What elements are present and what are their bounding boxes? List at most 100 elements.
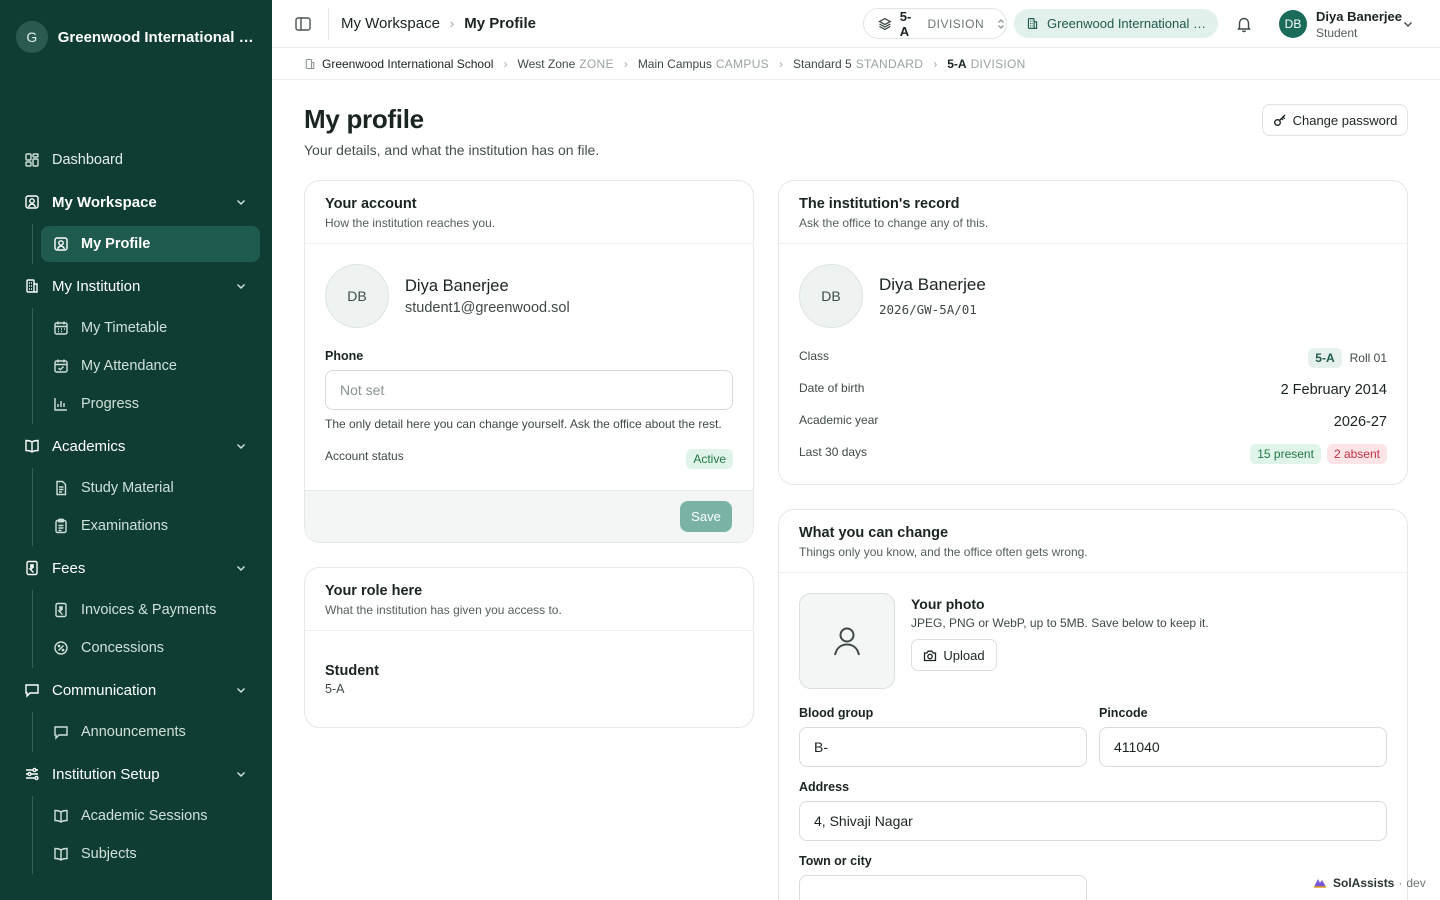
sidebar-item-label: Study Material — [81, 480, 174, 496]
role-scope: 5-A — [325, 682, 345, 696]
chevron-down-icon — [236, 565, 246, 572]
phone-input[interactable]: Not set — [325, 370, 733, 410]
avatar: DB — [799, 264, 863, 328]
breadcrumb-campus-kind: CAMPUS — [715, 56, 769, 71]
sidebar-item-progress[interactable]: Progress — [41, 386, 260, 422]
sidebar-group-my-workspace[interactable]: My Workspace — [12, 184, 260, 220]
user-square-icon — [24, 194, 40, 210]
town-input[interactable] — [799, 875, 1087, 900]
pincode-input[interactable]: 411040 — [1099, 727, 1387, 767]
nav-tree-line — [32, 308, 33, 424]
crumb-my-profile: My Profile — [464, 15, 536, 32]
sidebar-item-my-attendance[interactable]: My Attendance — [41, 348, 260, 384]
breadcrumb-standard[interactable]: Standard 5 STANDARD — [793, 57, 923, 71]
building-icon — [1027, 18, 1038, 29]
sidebar-group-communication[interactable]: Communication — [12, 672, 260, 708]
sidebar-group-academics[interactable]: Academics — [12, 428, 260, 464]
sidebar-item-concessions[interactable]: Concessions — [41, 630, 260, 666]
book-open-icon — [24, 438, 40, 454]
role-card: Your role here What the institution has … — [304, 567, 754, 728]
breadcrumb-division-kind: DIVISION — [970, 56, 1026, 71]
sidebar-item-label: Academic Sessions — [81, 808, 208, 824]
chevron-down-icon — [236, 687, 246, 694]
roll-number: Roll 01 — [1349, 351, 1387, 365]
sidebar-item-study-material[interactable]: Study Material — [41, 470, 260, 506]
blood-group-input[interactable]: B- — [799, 727, 1087, 767]
division-switcher[interactable]: 5-A DIVISION — [863, 8, 1007, 39]
breadcrumb-division: 5-A DIVISION — [947, 57, 1025, 71]
bell-icon[interactable] — [1235, 15, 1253, 33]
class-value: 5-A Roll 01 — [1308, 348, 1387, 368]
calendar-check-icon — [53, 358, 69, 374]
clipboard-icon — [53, 518, 69, 534]
change-password-button[interactable]: Change password — [1262, 104, 1408, 136]
breadcrumb-campus[interactable]: Main Campus CAMPUS — [638, 57, 769, 71]
camera-icon — [924, 650, 937, 661]
phone-help: The only detail here you can change your… — [325, 417, 722, 431]
sidebar-toggle-icon[interactable] — [294, 15, 312, 33]
sidebar-item-announcements[interactable]: Announcements — [41, 714, 260, 750]
sidebar-item-label: Dashboard — [52, 152, 123, 168]
division-code: 5-A — [899, 8, 912, 39]
sidebar-group-label: Fees — [52, 559, 86, 577]
academic-year-label: Academic year — [799, 413, 879, 427]
avatar: DB — [325, 264, 389, 328]
role-name: Student — [325, 663, 379, 679]
school-switcher[interactable]: Greenwood International School — [1014, 9, 1218, 38]
role-card-subtitle: What the institution has given you acces… — [325, 603, 562, 617]
sidebar-item-invoices[interactable]: Invoices & Payments — [41, 592, 260, 628]
sidebar-group-label: Communication — [52, 681, 157, 699]
dob-label: Date of birth — [799, 381, 865, 395]
nav-tree-line — [32, 796, 33, 874]
sidebar-item-examinations[interactable]: Examinations — [41, 508, 260, 544]
record-card-header: The institution's record Ask the office … — [779, 181, 1407, 244]
breadcrumb-zone[interactable]: West Zone ZONE — [517, 57, 613, 71]
chevron-down-icon[interactable] — [1401, 17, 1415, 31]
dob-value: 2 February 2014 — [1280, 382, 1387, 398]
book-open-icon — [53, 846, 69, 862]
sidebar-item-academic-sessions[interactable]: Academic Sessions — [41, 798, 260, 834]
sidebar-group-my-institution[interactable]: My Institution — [12, 268, 260, 304]
photo-help: JPEG, PNG or WebP, up to 5MB. Save below… — [911, 616, 1209, 630]
chevron-down-icon — [236, 771, 246, 778]
photo-title: Your photo — [911, 596, 985, 612]
upload-button[interactable]: Upload — [911, 639, 997, 671]
user-role: Student — [1316, 26, 1358, 40]
photo-placeholder[interactable] — [799, 593, 895, 689]
message-square-icon — [53, 724, 69, 740]
breadcrumb-school[interactable]: Greenwood International School — [322, 57, 493, 71]
sidebar-item-my-profile[interactable]: My Profile — [41, 226, 260, 262]
chevron-right-icon: › — [449, 16, 455, 31]
record-card-title: The institution's record — [799, 196, 960, 212]
status-badge: Active — [686, 449, 733, 469]
breadcrumb-standard-kind: STANDARD — [855, 56, 924, 71]
sidebar-item-label: My Attendance — [81, 358, 177, 374]
environment-brand: SolAssists — [1333, 876, 1395, 890]
sidebar-group-label: Academics — [52, 437, 126, 455]
sidebar-item-my-timetable[interactable]: My Timetable — [41, 310, 260, 346]
sidebar-group-institution-setup[interactable]: Institution Setup — [12, 756, 260, 792]
layers-icon — [878, 17, 892, 30]
user-menu[interactable]: Diya Banerjee Student — [1316, 9, 1402, 40]
sidebar: G Greenwood International School Dashboa… — [0, 0, 272, 900]
sidebar-brand[interactable]: G Greenwood International School — [0, 0, 272, 74]
sidebar-group-fees[interactable]: Fees — [12, 550, 260, 586]
account-card-header: Your account How the institution reaches… — [305, 181, 753, 244]
badge-percent-icon — [53, 640, 69, 656]
address-input[interactable]: 4, Shivaji Nagar — [799, 801, 1387, 841]
account-card-title: Your account — [325, 196, 417, 212]
building-icon — [305, 58, 315, 69]
file-text-icon — [53, 480, 69, 496]
sidebar-item-subjects[interactable]: Subjects — [41, 836, 260, 872]
nav-tree-line — [32, 468, 33, 546]
sidebar-item-dashboard[interactable]: Dashboard — [12, 142, 260, 178]
save-button[interactable]: Save — [680, 501, 732, 532]
account-card-subtitle: How the institution reaches you. — [325, 216, 496, 230]
sidebar-item-label: My Profile — [81, 236, 151, 252]
user-icon — [834, 627, 860, 656]
crumb-my-workspace[interactable]: My Workspace — [341, 15, 440, 32]
account-email: student1@greenwood.sol — [405, 300, 570, 316]
avatar[interactable]: DB — [1279, 10, 1307, 38]
phone-label: Phone — [325, 349, 364, 363]
chevron-down-icon — [236, 199, 246, 206]
